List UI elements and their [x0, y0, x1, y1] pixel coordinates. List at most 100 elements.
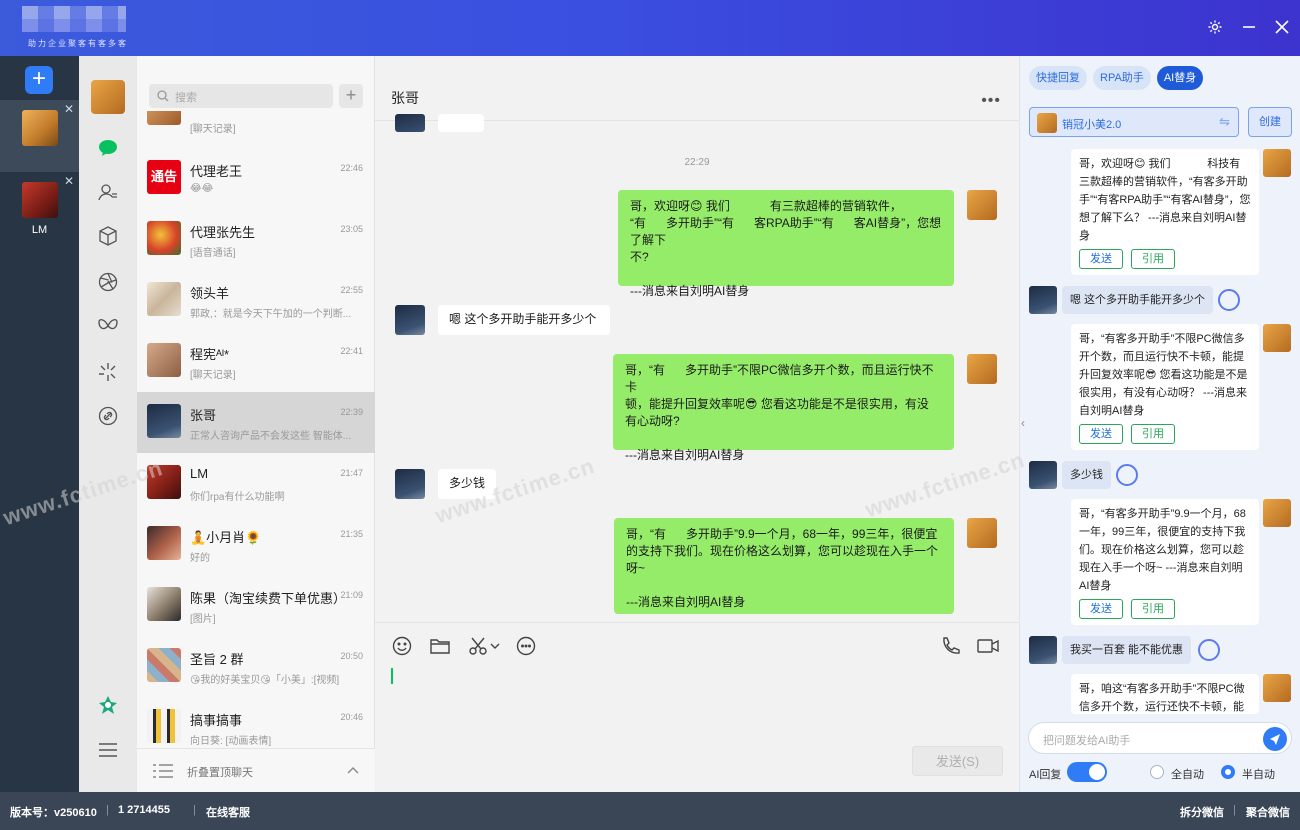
minimize-icon[interactable] [1238, 16, 1260, 38]
chat-preview: 郭政,：就是今天下午加的一个判断... [190, 309, 352, 320]
chat-name: 🧘小月肖🌻 [190, 530, 262, 545]
chat-list-item[interactable]: 陈果（淘宝续费下单优惠） 21:09 [图片] [137, 575, 375, 636]
split-wechat-link[interactable]: 拆分微信 [1180, 804, 1224, 820]
ai-reply-toggle[interactable] [1067, 762, 1107, 782]
aperture-icon[interactable] [96, 270, 120, 294]
message-input[interactable] [375, 660, 1019, 740]
ai-bot-icon[interactable] [1116, 464, 1138, 486]
box-icon[interactable] [96, 224, 120, 248]
chevron-down-icon[interactable] [488, 634, 502, 658]
quote-button[interactable]: 引用 [1131, 249, 1175, 269]
chat-list-item[interactable]: 🧘小月肖🌻 21:35 好的 [137, 514, 375, 575]
chat-bubble-icon[interactable] [514, 634, 538, 658]
chat-list-item[interactable]: 圣旨 2 群 20:50 😘我的好美宝贝😘「小美」:[视频] [137, 636, 375, 697]
sparkle-icon[interactable] [96, 360, 120, 384]
ai-suggestion-text: 哥，欢迎呀😊 我们 科技有三款超棒的营销软件，“有客多开助手”“有客RPA助手”… [1079, 158, 1251, 242]
quote-button[interactable]: 引用 [1131, 424, 1175, 444]
close-account-icon[interactable]: ✕ [64, 174, 74, 188]
chat-time: 21:35 [340, 529, 363, 539]
settings-icon[interactable] [1204, 16, 1226, 38]
ai-bot-icon[interactable] [1218, 289, 1240, 311]
chat-list-item[interactable]: 领头羊 22:55 郭政,：就是今天下午加的一个判断... [137, 270, 375, 331]
more-icon[interactable]: ••• [981, 92, 1001, 110]
add-account-button[interactable]: + [25, 66, 53, 94]
chat-preview: 你们rpa有什么功能啊 [190, 492, 285, 503]
send-arrow-icon[interactable] [1263, 727, 1287, 751]
avatar [967, 354, 997, 384]
chat-preview: [语音通话] [190, 248, 236, 259]
user-avatar[interactable] [91, 80, 125, 114]
menu-icon[interactable] [96, 738, 120, 762]
avatar [395, 114, 425, 132]
send-suggestion-button[interactable]: 发送 [1079, 599, 1123, 619]
chat-list-item[interactable]: LM 21:47 你们rpa有什么功能啊 [137, 453, 375, 514]
avatar [1263, 324, 1291, 352]
chat-list-item[interactable]: [聊天记录] [137, 111, 375, 139]
swap-icon: ⇋ [1219, 114, 1230, 129]
ai-suggestion-text: 哥，咱这“有客多开助手”不限PC微信多开个数，运行还快不卡顿，能 [1079, 683, 1245, 713]
message-bubble-received: 嗯 这个多开助手能开多少个 [438, 305, 610, 335]
close-account-icon[interactable]: ✕ [64, 102, 74, 116]
send-suggestion-button[interactable]: 发送 [1079, 424, 1123, 444]
ai-tabs: 快捷回复 RPA助手 AI替身 [1029, 66, 1204, 90]
divider [375, 622, 1019, 623]
link-icon[interactable] [96, 404, 120, 428]
online-service-link[interactable]: 在线客服 [206, 804, 250, 820]
chat-preview: 正常人咨询产品不会发这些 智能体... [190, 431, 352, 442]
ask-ai-input[interactable]: 把问题发给AI助手 [1028, 722, 1292, 754]
customer-question: 多少钱 [1062, 461, 1111, 489]
video-call-icon[interactable] [976, 634, 1000, 658]
emoji-icon[interactable] [390, 634, 414, 658]
tab-quick-reply[interactable]: 快捷回复 [1029, 66, 1087, 90]
tab-ai-avatar[interactable]: AI替身 [1156, 66, 1204, 90]
chat-time: 23:05 [340, 224, 363, 234]
chat-list-item-active[interactable]: 张哥 22:39 正常人咨询产品不会发这些 智能体... [137, 392, 375, 453]
collapse-panel-icon[interactable]: ‹ [1021, 416, 1025, 430]
full-auto-radio[interactable] [1150, 765, 1164, 779]
search-input[interactable]: 搜索 [149, 84, 333, 108]
phone-icon[interactable] [938, 634, 962, 658]
chat-name: 代理张先生 [190, 225, 256, 240]
scissors-icon[interactable] [466, 634, 490, 658]
message-bubble-sent: 哥，欢迎呀😊 我们 有三款超棒的营销软件， “有 多开助手”“有 客RPA助手”… [618, 190, 954, 298]
close-icon[interactable] [1271, 16, 1293, 38]
ai-bot-icon[interactable] [1198, 639, 1220, 661]
chat-name: LM [190, 466, 209, 481]
chat-list-item[interactable]: 代理张先生 23:05 [语音通话] [137, 209, 375, 270]
avatar [22, 110, 58, 146]
message-bubble-partial [438, 114, 484, 132]
chevron-up-icon [347, 767, 359, 774]
add-chat-button[interactable]: + [339, 84, 363, 108]
chat-list-item[interactable]: 程宪ᴬᴵ* 22:41 [聊天记录] [137, 331, 375, 392]
avatar [147, 648, 181, 682]
chat-list-item[interactable]: 通告 代理老王 22:46 😂😂 [137, 148, 375, 209]
merge-wechat-link[interactable]: 聚合微信 [1246, 804, 1290, 820]
mini-program-icon[interactable] [96, 693, 120, 717]
semi-auto-radio[interactable] [1221, 765, 1235, 779]
account-item[interactable]: ✕ [0, 100, 79, 172]
account-column: + ✕ ✕ LM [0, 56, 79, 792]
contacts-icon[interactable] [96, 180, 120, 204]
bot-selector[interactable]: 销冠小美2.0 ⇋ [1029, 107, 1239, 137]
fold-pinned-bar[interactable]: 折叠置顶聊天 [137, 748, 375, 792]
folder-icon[interactable] [428, 634, 452, 658]
account-item[interactable]: ✕ LM [0, 172, 79, 244]
avatar [147, 709, 181, 743]
tab-rpa-assistant[interactable]: RPA助手 [1093, 66, 1151, 90]
chat-preview: 向日葵: [动画表情] [190, 736, 272, 747]
chat-time: 22:55 [340, 285, 363, 295]
chat-time: 21:09 [340, 590, 363, 600]
ai-suggestion-card: 哥，“有客多开助手”不限PC微信多开个数，而且运行快不卡顿，能提升回复效率呢😎 … [1071, 324, 1259, 450]
chat-name: 程宪ᴬᴵ* [190, 347, 230, 362]
chat-icon[interactable] [96, 136, 120, 160]
butterfly-icon[interactable] [96, 314, 120, 338]
search-icon [157, 90, 169, 102]
send-button[interactable]: 发送(S) [912, 746, 1003, 776]
chat-preview: 好的 [190, 553, 210, 564]
chat-preview: 😘我的好美宝贝😘「小美」:[视频] [190, 675, 340, 686]
account-name: LM [31, 224, 48, 236]
send-suggestion-button[interactable]: 发送 [1079, 249, 1123, 269]
quote-button[interactable]: 引用 [1131, 599, 1175, 619]
customer-question: 嗯 这个多开助手能开多少个 [1062, 286, 1214, 314]
create-button[interactable]: 创建 [1248, 107, 1292, 137]
